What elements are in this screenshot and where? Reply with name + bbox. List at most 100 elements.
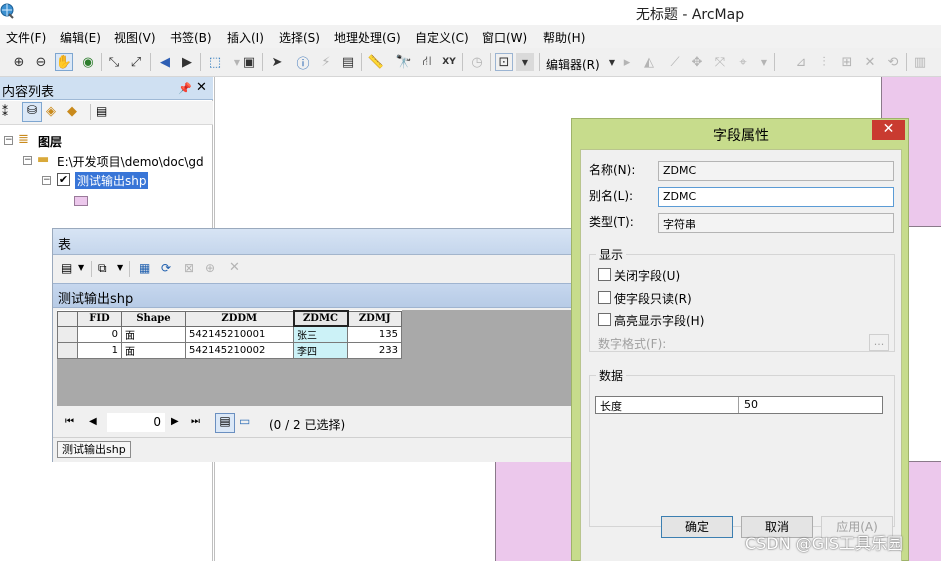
table-row[interactable]: 0 面 542145210001 张三 135: [57, 325, 402, 343]
list-by-visibility-icon[interactable]: ◈: [46, 104, 56, 119]
hyperlink-icon[interactable]: ⚡: [317, 53, 335, 71]
select-features-icon[interactable]: ⬚: [206, 53, 224, 71]
column-header-shape[interactable]: Shape: [121, 310, 186, 327]
show-all-records-icon[interactable]: ▤: [215, 413, 235, 433]
layer-name-label[interactable]: 测试输出shp: [75, 172, 149, 189]
cell-zdmc[interactable]: 李四: [293, 342, 348, 359]
pan-hand-icon[interactable]: ✋: [55, 53, 73, 71]
folder-path-label[interactable]: E:\开发项目\demo\doc\gd: [57, 153, 204, 170]
read-only-checkbox[interactable]: [598, 291, 611, 304]
switch-selection-icon[interactable]: ⟳: [161, 261, 171, 275]
clear-selection-icon[interactable]: ▣: [240, 53, 258, 71]
table-options-icon[interactable]: ▤: [61, 261, 72, 275]
collapse-layer-icon[interactable]: −: [42, 176, 51, 185]
cell-zdmc[interactable]: 张三: [293, 325, 348, 343]
table-row[interactable]: 1 面 542145210002 李四 233: [57, 342, 402, 359]
column-header-zdmc[interactable]: ZDMC: [292, 310, 349, 327]
layers-root-label[interactable]: 图层: [38, 133, 62, 150]
split-icon[interactable]: ✕: [861, 53, 879, 71]
table-options-dropdown-icon[interactable]: ▼: [78, 263, 84, 272]
menu-geoprocessing[interactable]: 地理处理(G): [334, 29, 401, 46]
number-format-button[interactable]: ...: [869, 334, 889, 351]
time-slider-icon[interactable]: ◷: [468, 53, 486, 71]
cell-zdmj[interactable]: 233: [347, 342, 402, 359]
forward-arrow-icon[interactable]: ▶: [178, 53, 196, 71]
fixed-zoom-in-icon[interactable]: ⤡: [105, 53, 123, 71]
hide-field-checkbox[interactable]: [598, 268, 611, 281]
menu-help[interactable]: 帮助(H): [543, 29, 585, 46]
menu-file[interactable]: 文件(F): [6, 29, 46, 46]
back-arrow-icon[interactable]: ◀: [156, 53, 174, 71]
cell-shape[interactable]: 面: [121, 325, 186, 343]
menu-windows[interactable]: 窗口(W): [482, 29, 527, 46]
toolbar-overflow-icon[interactable]: ▼: [516, 53, 534, 71]
alias-input[interactable]: ZDMC: [658, 187, 894, 207]
cell-zdmj[interactable]: 135: [347, 325, 402, 343]
close-icon[interactable]: ✕: [196, 80, 207, 95]
collapse-layers-icon[interactable]: −: [4, 136, 13, 145]
collapse-folder-icon[interactable]: −: [23, 156, 32, 165]
cell-fid[interactable]: 1: [77, 342, 122, 359]
straight-segment-icon[interactable]: ⟋: [666, 53, 684, 71]
go-to-xy-icon[interactable]: XY: [440, 53, 458, 71]
full-extent-globe-icon[interactable]: ◉: [79, 53, 97, 71]
related-tables-icon[interactable]: ⧉: [98, 261, 107, 276]
rotate-icon[interactable]: ⟲: [884, 53, 902, 71]
cut-polygons-icon[interactable]: ⊞: [838, 53, 856, 71]
clear-selection-icon[interactable]: ⊠: [184, 261, 194, 275]
ok-button[interactable]: 确定: [661, 516, 733, 538]
cell-zddm[interactable]: 542145210002: [185, 342, 294, 359]
highlight-field-label[interactable]: 高亮显示字段(H): [614, 312, 704, 329]
row-selector[interactable]: [57, 342, 78, 359]
close-icon[interactable]: ✕: [872, 120, 905, 140]
show-selected-records-icon[interactable]: ▭: [239, 414, 250, 428]
menu-selection[interactable]: 选择(S): [279, 29, 320, 46]
cell-fid[interactable]: 0: [77, 325, 122, 343]
next-record-icon[interactable]: ▶: [171, 416, 179, 427]
construction-dropdown-icon[interactable]: ▼: [755, 53, 773, 71]
zoom-in-icon[interactable]: ⊕: [10, 53, 28, 71]
column-header-zdmj[interactable]: ZDMJ: [347, 310, 402, 327]
cell-zddm[interactable]: 542145210001: [185, 325, 294, 343]
last-record-icon[interactable]: ⏭: [191, 416, 200, 427]
zoom-to-selected-icon[interactable]: ⊕: [205, 261, 215, 275]
highlight-field-checkbox[interactable]: [598, 313, 611, 326]
find-icon[interactable]: 🔭: [395, 53, 413, 71]
row-selector[interactable]: [57, 325, 78, 343]
column-header-fid[interactable]: FID: [77, 310, 122, 327]
point-icon[interactable]: ⌖: [734, 53, 752, 71]
menu-customize[interactable]: 自定义(C): [415, 29, 469, 46]
length-value[interactable]: 50: [740, 397, 882, 413]
menu-bookmarks[interactable]: 书签(B): [170, 29, 212, 46]
options-icon[interactable]: ▤: [96, 104, 107, 118]
zoom-out-icon[interactable]: ⊖: [32, 53, 50, 71]
route-icon[interactable]: ⛙: [418, 53, 436, 71]
attributes-icon[interactable]: ▥: [911, 53, 929, 71]
first-record-icon[interactable]: ⏮: [65, 416, 74, 427]
edit-vertices-icon[interactable]: ⊿: [792, 53, 810, 71]
menu-insert[interactable]: 插入(I): [227, 29, 264, 46]
layer-visibility-checkbox[interactable]: ✔: [57, 173, 70, 186]
column-header-zddm[interactable]: ZDDM: [185, 310, 294, 327]
read-only-label[interactable]: 使字段只读(R): [614, 290, 692, 307]
fixed-zoom-out-icon[interactable]: ⤢: [127, 53, 145, 71]
select-by-attributes-icon[interactable]: ▦: [139, 261, 150, 275]
measure-icon[interactable]: 📏: [367, 53, 385, 71]
table-bottom-tab[interactable]: 测试输出shp: [57, 441, 131, 458]
related-tables-dropdown-icon[interactable]: ▼: [117, 263, 123, 272]
menu-view[interactable]: 视图(V): [114, 29, 156, 46]
identify-icon[interactable]: ⓘ: [294, 53, 312, 72]
edit-tool-icon[interactable]: ▸: [618, 53, 636, 71]
reshape-icon[interactable]: ⫶: [815, 53, 833, 71]
delete-selected-icon[interactable]: ✕: [229, 260, 240, 275]
list-by-source-icon[interactable]: ⛁: [22, 102, 42, 122]
hide-field-label[interactable]: 关闭字段(U): [614, 267, 680, 284]
list-by-drawing-order-icon[interactable]: ⁑: [2, 105, 8, 119]
endpoint-arc-icon[interactable]: ✥: [688, 53, 706, 71]
menu-edit[interactable]: 编辑(E): [60, 29, 101, 46]
record-number-input[interactable]: 0: [107, 413, 165, 432]
cell-shape[interactable]: 面: [121, 342, 186, 359]
select-elements-icon[interactable]: ➤: [268, 53, 286, 71]
trace-icon[interactable]: ⤧: [711, 53, 729, 71]
previous-record-icon[interactable]: ◀: [89, 416, 97, 427]
